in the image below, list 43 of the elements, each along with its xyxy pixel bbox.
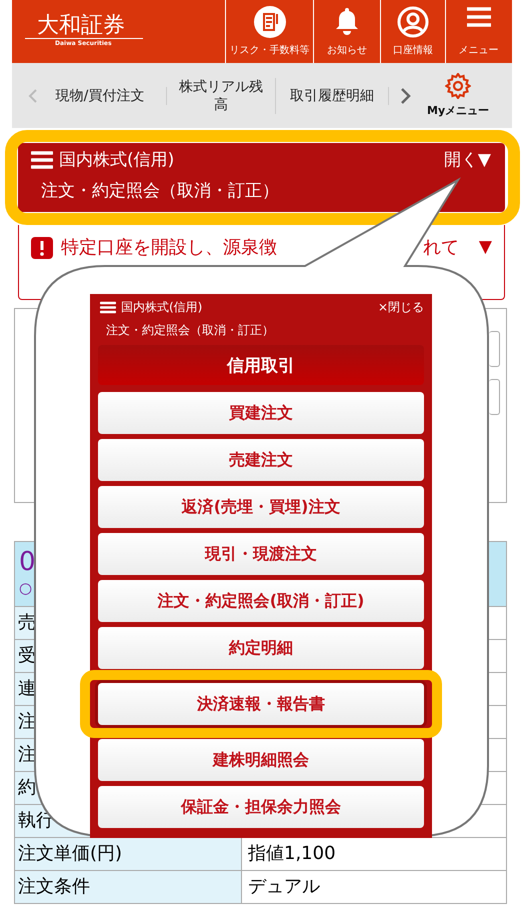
nav-link[interactable]: 取引履歴明細 — [276, 86, 389, 104]
category-title: 国内株式(信用) — [59, 149, 174, 171]
category-bar[interactable]: 国内株式(信用) 開く▼ 注文・約定照会（取消・訂正） — [18, 143, 505, 212]
chevron-left-icon[interactable] — [28, 88, 38, 104]
open-toggle[interactable]: 開く▼ — [444, 148, 491, 171]
bell-icon — [334, 6, 360, 36]
table-cell: 注文条件 — [15, 871, 242, 903]
order-code: 0 — [19, 546, 36, 578]
alert-icon — [31, 237, 53, 259]
menu-subtitle: 注文・約定照会（取消・訂正） — [106, 322, 275, 339]
section-heading: 信用取引 — [98, 345, 424, 385]
menu-icon — [100, 301, 116, 314]
page-subtitle: 注文・約定照会（取消・訂正） — [41, 180, 280, 202]
status-mark: ○ — [19, 578, 32, 598]
nav-link[interactable]: 株式リアル残高 — [167, 78, 276, 114]
menu-item[interactable]: 売建注文 — [98, 439, 424, 481]
menu-title: 国内株式(信用) — [121, 299, 202, 316]
table-cell-text: デュアル — [247, 875, 321, 899]
menu-icon — [466, 6, 492, 28]
chevron-right-icon[interactable] — [399, 86, 411, 104]
notice-text: れて — [422, 237, 459, 259]
document-icon — [254, 6, 286, 38]
user-icon — [397, 6, 429, 38]
menu-item[interactable]: 現引・現渡注文 — [98, 533, 424, 575]
logo[interactable]: 大和証券 — [25, 12, 143, 39]
menu-item[interactable]: 保証金・担保余力照会 — [98, 786, 424, 828]
table-cell: 注文単価(円) — [15, 838, 242, 870]
menu-item[interactable]: 注文・約定照会(取消・訂正) — [98, 580, 424, 622]
gear-icon[interactable] — [445, 73, 472, 99]
close-button[interactable]: ×閉じる — [378, 299, 424, 316]
notice-text: 特定口座を開設し、源泉徴 — [61, 237, 277, 259]
select-field[interactable] — [489, 379, 500, 415]
menu-item[interactable]: 建株明細照会 — [98, 739, 424, 781]
select-field[interactable] — [489, 331, 500, 367]
table-cell-text: 指値1,100 — [247, 842, 337, 866]
menu-item[interactable]: 決済速報・報告書 — [98, 683, 424, 725]
menu-item[interactable]: 買建注文 — [98, 392, 424, 434]
menu-item[interactable]: 約定明細 — [98, 627, 424, 669]
expand-toggle[interactable]: ▼ — [478, 237, 492, 257]
menu-item[interactable]: 返済(売埋・買埋)注文 — [98, 486, 424, 528]
menu-icon — [31, 150, 53, 168]
nav-link[interactable]: 現物/買付注文 — [38, 86, 167, 104]
my-menu-link[interactable]: Myメニュー — [427, 103, 490, 118]
